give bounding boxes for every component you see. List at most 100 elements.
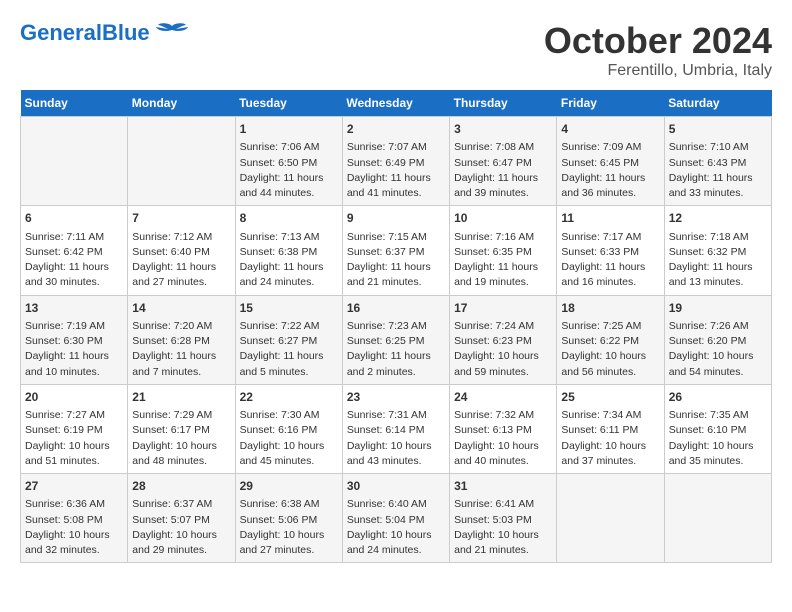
cell-info: Sunset: 6:37 PM [347, 245, 445, 260]
day-number: 13 [25, 300, 123, 317]
day-number: 16 [347, 300, 445, 317]
cell-info: Daylight: 10 hours and 35 minutes. [669, 439, 767, 469]
logo-blue: Blue [102, 20, 150, 45]
calendar-cell: 28Sunrise: 6:37 AMSunset: 5:07 PMDayligh… [128, 474, 235, 563]
calendar-cell: 22Sunrise: 7:30 AMSunset: 6:16 PMDayligh… [235, 384, 342, 473]
cell-info: Daylight: 10 hours and 24 minutes. [347, 528, 445, 558]
cell-info: Daylight: 11 hours and 7 minutes. [132, 349, 230, 379]
cell-info: Sunrise: 6:40 AM [347, 497, 445, 512]
calendar-cell: 25Sunrise: 7:34 AMSunset: 6:11 PMDayligh… [557, 384, 664, 473]
col-header-sunday: Sunday [21, 90, 128, 117]
cell-info: Daylight: 11 hours and 24 minutes. [240, 260, 338, 290]
cell-info: Sunrise: 7:08 AM [454, 140, 552, 155]
cell-info: Daylight: 10 hours and 54 minutes. [669, 349, 767, 379]
cell-info: Sunrise: 7:07 AM [347, 140, 445, 155]
calendar-cell [128, 117, 235, 206]
day-number: 25 [561, 389, 659, 406]
cell-info: Sunrise: 7:06 AM [240, 140, 338, 155]
day-number: 14 [132, 300, 230, 317]
cell-info: Sunset: 6:32 PM [669, 245, 767, 260]
day-number: 3 [454, 121, 552, 138]
col-header-wednesday: Wednesday [342, 90, 449, 117]
cell-info: Sunrise: 7:27 AM [25, 408, 123, 423]
calendar-cell: 24Sunrise: 7:32 AMSunset: 6:13 PMDayligh… [450, 384, 557, 473]
cell-info: Sunset: 6:17 PM [132, 423, 230, 438]
cell-info: Sunrise: 7:18 AM [669, 230, 767, 245]
cell-info: Sunset: 6:45 PM [561, 156, 659, 171]
calendar-cell: 4Sunrise: 7:09 AMSunset: 6:45 PMDaylight… [557, 117, 664, 206]
day-number: 28 [132, 478, 230, 495]
cell-info: Daylight: 10 hours and 59 minutes. [454, 349, 552, 379]
calendar-cell: 5Sunrise: 7:10 AMSunset: 6:43 PMDaylight… [664, 117, 771, 206]
col-header-monday: Monday [128, 90, 235, 117]
calendar-cell: 23Sunrise: 7:31 AMSunset: 6:14 PMDayligh… [342, 384, 449, 473]
cell-info: Daylight: 11 hours and 30 minutes. [25, 260, 123, 290]
week-row-1: 1 Sunrise: 7:06 AMSunset: 6:50 PM Daylight… [21, 117, 772, 206]
day-number: 8 [240, 210, 338, 227]
cell-info: Daylight: 10 hours and 37 minutes. [561, 439, 659, 469]
calendar-cell: 13Sunrise: 7:19 AMSunset: 6:30 PMDayligh… [21, 295, 128, 384]
cell-info: Sunset: 6:11 PM [561, 423, 659, 438]
header-row: SundayMondayTuesdayWednesdayThursdayFrid… [21, 90, 772, 117]
cell-info: Sunset: 6:30 PM [25, 334, 123, 349]
header: GeneralBlue October 2024 Ferentillo, Umb… [20, 20, 772, 80]
day-number: 20 [25, 389, 123, 406]
day-number: 11 [561, 210, 659, 227]
calendar-cell: 29Sunrise: 6:38 AMSunset: 5:06 PMDayligh… [235, 474, 342, 563]
cell-info: Sunset: 6:42 PM [25, 245, 123, 260]
logo-general: General [20, 20, 102, 45]
calendar-cell: 27Sunrise: 6:36 AMSunset: 5:08 PMDayligh… [21, 474, 128, 563]
cell-info: Sunrise: 7:16 AM [454, 230, 552, 245]
cell-info: Sunrise: 6:38 AM [240, 497, 338, 512]
calendar-cell: 10Sunrise: 7:16 AMSunset: 6:35 PMDayligh… [450, 206, 557, 295]
cell-info: Sunset: 6:50 PM [240, 156, 338, 171]
cell-info: Daylight: 10 hours and 48 minutes. [132, 439, 230, 469]
col-header-tuesday: Tuesday [235, 90, 342, 117]
page: GeneralBlue October 2024 Ferentillo, Umb… [0, 0, 792, 583]
cell-info: Sunrise: 7:22 AM [240, 319, 338, 334]
cell-info: Sunrise: 7:29 AM [132, 408, 230, 423]
calendar-cell: 15Sunrise: 7:22 AMSunset: 6:27 PMDayligh… [235, 295, 342, 384]
day-number: 2 [347, 121, 445, 138]
day-number: 29 [240, 478, 338, 495]
week-row-5: 27Sunrise: 6:36 AMSunset: 5:08 PMDayligh… [21, 474, 772, 563]
day-number: 23 [347, 389, 445, 406]
day-number: 4 [561, 121, 659, 138]
cell-info: Daylight: 11 hours and 5 minutes. [240, 349, 338, 379]
day-number: 19 [669, 300, 767, 317]
cell-info: Sunset: 6:10 PM [669, 423, 767, 438]
day-number: 6 [25, 210, 123, 227]
cell-info: Sunrise: 7:35 AM [669, 408, 767, 423]
cell-info: Sunrise: 7:23 AM [347, 319, 445, 334]
cell-info: Daylight: 11 hours and 39 minutes. [454, 171, 552, 201]
calendar-cell: 2Sunrise: 7:07 AMSunset: 6:49 PMDaylight… [342, 117, 449, 206]
cell-info: Sunset: 6:47 PM [454, 156, 552, 171]
cell-info: Daylight: 10 hours and 56 minutes. [561, 349, 659, 379]
col-header-friday: Friday [557, 90, 664, 117]
cell-info: Daylight: 11 hours and 41 minutes. [347, 171, 445, 201]
day-number: 1 [240, 121, 338, 138]
cell-info: Sunset: 6:13 PM [454, 423, 552, 438]
cell-info: Sunset: 6:33 PM [561, 245, 659, 260]
cell-info: Sunrise: 7:15 AM [347, 230, 445, 245]
day-number: 27 [25, 478, 123, 495]
cell-info: Sunrise: 7:32 AM [454, 408, 552, 423]
cell-info: Sunset: 5:03 PM [454, 513, 552, 528]
cell-info: Sunrise: 6:36 AM [25, 497, 123, 512]
cell-info: Sunset: 6:28 PM [132, 334, 230, 349]
week-row-3: 13Sunrise: 7:19 AMSunset: 6:30 PMDayligh… [21, 295, 772, 384]
cell-info: Sunrise: 6:41 AM [454, 497, 552, 512]
day-number: 18 [561, 300, 659, 317]
calendar-cell: 8Sunrise: 7:13 AMSunset: 6:38 PMDaylight… [235, 206, 342, 295]
calendar-cell: 6Sunrise: 7:11 AMSunset: 6:42 PMDaylight… [21, 206, 128, 295]
calendar-cell: 31Sunrise: 6:41 AMSunset: 5:03 PMDayligh… [450, 474, 557, 563]
cell-info: Daylight: 10 hours and 21 minutes. [454, 528, 552, 558]
calendar-cell: 12Sunrise: 7:18 AMSunset: 6:32 PMDayligh… [664, 206, 771, 295]
cell-info: Sunset: 6:25 PM [347, 334, 445, 349]
cell-info: Sunrise: 7:26 AM [669, 319, 767, 334]
cell-info: Sunrise: 7:13 AM [240, 230, 338, 245]
logo-text: GeneralBlue [20, 20, 150, 46]
day-number: 10 [454, 210, 552, 227]
calendar-cell [557, 474, 664, 563]
calendar-cell: 3 Sunrise: 7:08 AMSunset: 6:47 PMDaylight… [450, 117, 557, 206]
